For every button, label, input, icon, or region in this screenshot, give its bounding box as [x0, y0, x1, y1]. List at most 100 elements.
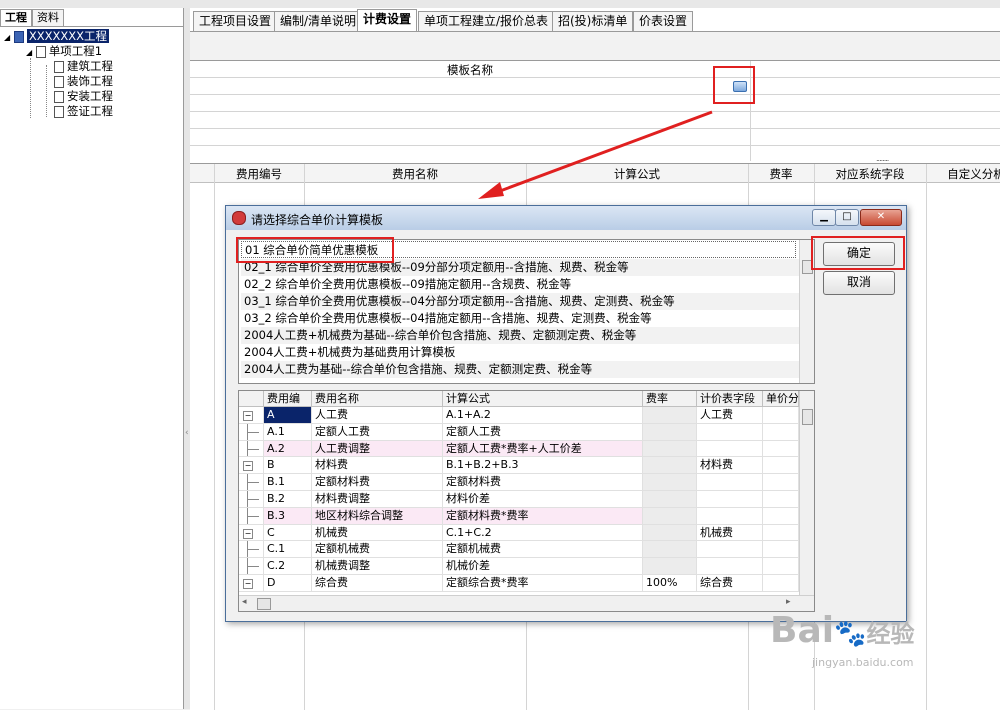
cell-field[interactable]: [697, 474, 763, 491]
cell-field[interactable]: [697, 541, 763, 559]
cell-name[interactable]: 机械费调整: [312, 558, 443, 575]
dialog-title: 请选择综合单价计算模板: [251, 213, 384, 227]
scroll-right-icon[interactable]: ▸: [786, 597, 791, 607]
template-item[interactable]: 2004人工费为基础--综合单价包含措施、规费、定额测定费、税金等: [241, 361, 799, 378]
cell-unit-analysis[interactable]: [763, 440, 799, 458]
row-tree-cell: −: [239, 575, 264, 592]
cell-formula[interactable]: 定额材料费*费率: [443, 507, 643, 525]
template-item[interactable]: 03_1 综合单价全费用优惠模板--04分部分项定额用--含措施、规费、定测费、…: [241, 293, 799, 310]
cell-code[interactable]: B.3: [264, 507, 312, 525]
cell-formula[interactable]: 材料价差: [443, 491, 643, 508]
close-icon[interactable]: ✕: [860, 209, 902, 226]
cell-name[interactable]: 机械费: [312, 524, 443, 542]
cell-formula[interactable]: 定额人工费*费率+人工价差: [443, 440, 643, 458]
cell-code[interactable]: B.2: [264, 491, 312, 508]
cell-name[interactable]: 人工费: [312, 407, 443, 424]
cell-name[interactable]: 定额机械费: [312, 541, 443, 559]
cell-rate[interactable]: [643, 558, 697, 575]
cell-rate[interactable]: [643, 407, 697, 424]
cell-rate[interactable]: [643, 524, 697, 542]
cell-rate[interactable]: 100%: [643, 575, 697, 592]
cell-field[interactable]: [697, 558, 763, 575]
collapse-icon[interactable]: −: [243, 528, 253, 539]
collapse-icon[interactable]: −: [243, 579, 253, 589]
cell-name[interactable]: 地区材料综合调整: [312, 507, 443, 525]
cell-field[interactable]: 机械费: [697, 524, 763, 542]
row-tree-cell: −: [239, 407, 264, 424]
template-item[interactable]: 02_2 综合单价全费用优惠模板--09措施定额用--含规费、税金等: [241, 276, 799, 293]
cell-rate[interactable]: [643, 440, 697, 458]
cell-formula[interactable]: 定额人工费: [443, 423, 643, 441]
cell-unit-analysis[interactable]: [763, 457, 799, 475]
cell-unit-analysis[interactable]: [763, 491, 799, 508]
cell-field[interactable]: 综合费: [697, 575, 763, 592]
template-item[interactable]: 2004人工费+机械费为基础--综合单价包含措施、规费、定额测定费、税金等: [241, 327, 799, 344]
paw-icon: 🐾: [834, 619, 867, 649]
cell-rate[interactable]: [643, 491, 697, 508]
cell-code[interactable]: C: [264, 524, 312, 542]
template-item[interactable]: 2004人工费+机械费为基础费用计算模板: [241, 344, 799, 361]
cell-formula[interactable]: 定额综合费*费率: [443, 575, 643, 592]
collapse-icon[interactable]: −: [243, 411, 253, 421]
cell-field[interactable]: [697, 423, 763, 441]
cell-formula[interactable]: C.1+C.2: [443, 524, 643, 542]
cell-unit-analysis[interactable]: [763, 474, 799, 491]
cell-field[interactable]: [697, 507, 763, 525]
cell-unit-analysis[interactable]: [763, 407, 799, 424]
cell-code[interactable]: A.1: [264, 423, 312, 441]
cell-field[interactable]: [697, 491, 763, 508]
cell-field[interactable]: [697, 440, 763, 458]
cell-name[interactable]: 定额人工费: [312, 423, 443, 441]
template-item[interactable]: 03_2 综合单价全费用优惠模板--04措施定额用--含措施、规费、定测费、税金…: [241, 310, 799, 327]
cell-code[interactable]: A: [264, 407, 312, 424]
cell-rate[interactable]: [643, 541, 697, 559]
scroll-left-icon[interactable]: ◂: [242, 597, 247, 607]
col-unit-analysis: 单价分: [763, 391, 799, 407]
cell-unit-analysis[interactable]: [763, 558, 799, 575]
row-tree-cell: [239, 423, 264, 441]
cell-name[interactable]: 综合费: [312, 575, 443, 592]
col-rate: 费率: [643, 391, 697, 407]
arrow-head: [478, 182, 504, 199]
cell-formula[interactable]: A.1+A.2: [443, 407, 643, 424]
cell-name[interactable]: 材料费调整: [312, 491, 443, 508]
scroll-thumb[interactable]: [257, 598, 271, 610]
cell-code[interactable]: A.2: [264, 440, 312, 458]
tree-line: [247, 448, 259, 450]
cell-formula[interactable]: 定额机械费: [443, 541, 643, 559]
col-name: 费用名称: [312, 391, 443, 407]
cell-code[interactable]: B.1: [264, 474, 312, 491]
cancel-button[interactable]: 取消: [823, 271, 895, 295]
row-tree-cell: [239, 474, 264, 491]
cell-unit-analysis[interactable]: [763, 423, 799, 441]
cell-name[interactable]: 人工费调整: [312, 440, 443, 458]
cell-unit-analysis[interactable]: [763, 575, 799, 592]
cell-code[interactable]: D: [264, 575, 312, 592]
tree-line: [247, 431, 259, 433]
cell-formula[interactable]: B.1+B.2+B.3: [443, 457, 643, 475]
cell-code[interactable]: C.2: [264, 558, 312, 575]
cell-code[interactable]: B: [264, 457, 312, 475]
cell-rate[interactable]: [643, 507, 697, 525]
table-vscrollbar[interactable]: [799, 391, 814, 596]
cell-formula[interactable]: 定额材料费: [443, 474, 643, 491]
cell-unit-analysis[interactable]: [763, 541, 799, 559]
cell-rate[interactable]: [643, 474, 697, 491]
table-hscrollbar[interactable]: ◂ ▸: [239, 595, 814, 611]
cell-formula[interactable]: 机械价差: [443, 558, 643, 575]
collapse-icon[interactable]: −: [243, 461, 253, 472]
cell-field[interactable]: 材料费: [697, 457, 763, 475]
watermark-url: jingyan.baidu.com: [812, 656, 914, 669]
cell-name[interactable]: 定额材料费: [312, 474, 443, 491]
cell-unit-analysis[interactable]: [763, 524, 799, 542]
cell-rate[interactable]: [643, 457, 697, 475]
cell-rate[interactable]: [643, 423, 697, 441]
cell-unit-analysis[interactable]: [763, 507, 799, 525]
maximize-icon[interactable]: □: [835, 209, 859, 226]
cell-code[interactable]: C.1: [264, 541, 312, 559]
cell-field[interactable]: 人工费: [697, 407, 763, 424]
minimize-icon[interactable]: ▁: [812, 209, 836, 226]
dialog-title-bar[interactable]: 请选择综合单价计算模板 ▁ □ ✕: [226, 206, 906, 230]
scroll-thumb[interactable]: [802, 409, 813, 425]
cell-name[interactable]: 材料费: [312, 457, 443, 475]
